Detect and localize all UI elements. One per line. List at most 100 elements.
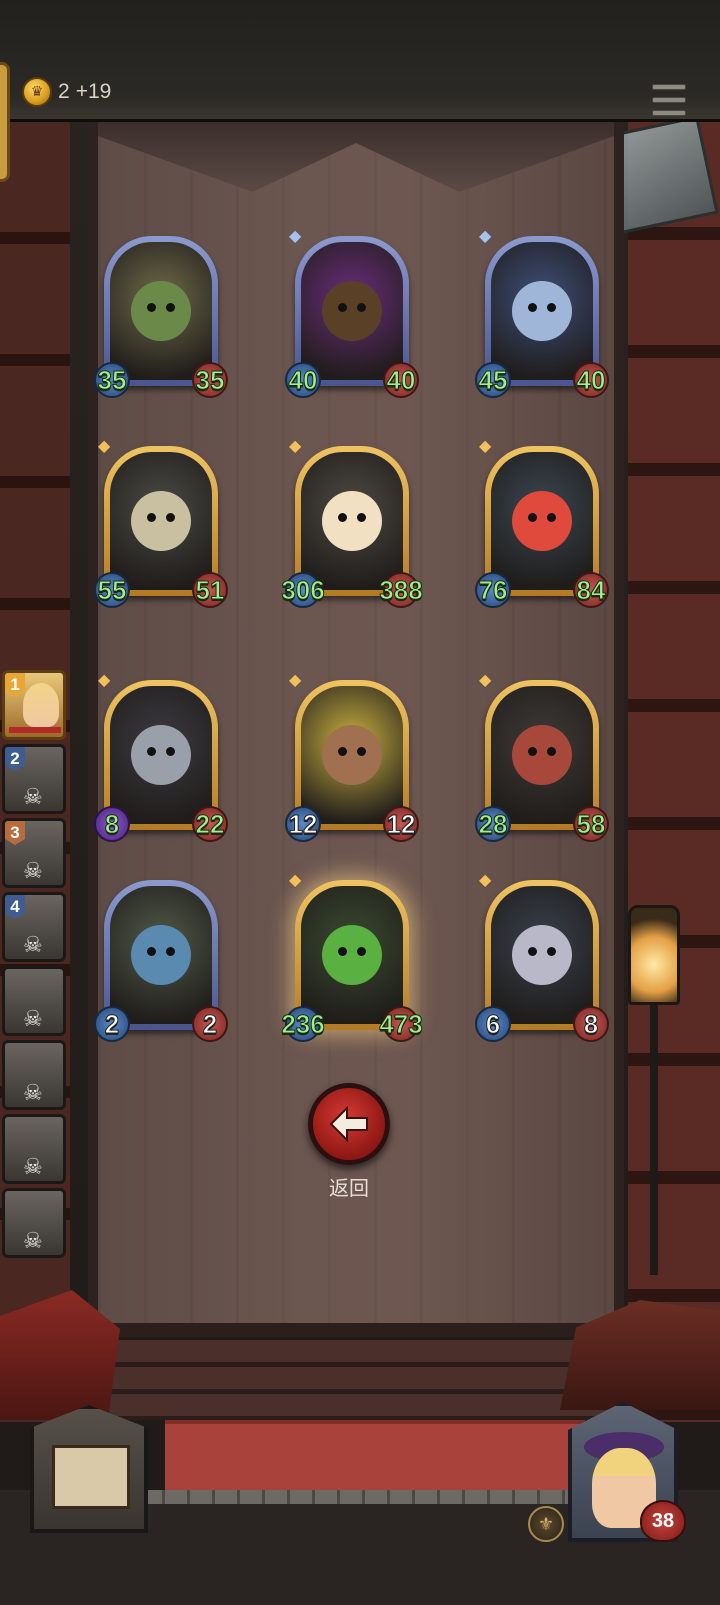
health-value: 40 (576, 364, 606, 395)
gold-amount: 2 (58, 80, 70, 103)
minion-card[interactable]: 22 (94, 880, 228, 1042)
health-stat: 40 (383, 362, 419, 398)
minion-face-icon (512, 491, 572, 551)
minion-face-icon (131, 925, 191, 985)
health-value: 58 (576, 808, 606, 839)
minion-face-icon (322, 925, 382, 985)
lantern-icon (628, 905, 680, 1005)
right-bookshelf (628, 122, 720, 1422)
skull-icon: ☠ (23, 933, 43, 958)
skull-icon: ☠ (23, 1155, 43, 1180)
minion-card[interactable]: ◆ 28 58 (475, 670, 609, 842)
board-arches (98, 122, 614, 192)
minion-portrait (301, 452, 403, 590)
hero-portrait-icon (23, 683, 59, 727)
minion-card[interactable]: ◆ 8 22 (94, 670, 228, 842)
gold-income: +19 (75, 80, 112, 103)
attack-stat: 12 (285, 806, 321, 842)
health-value: 2 (202, 1008, 218, 1039)
tier-gem-icon: ◆ (479, 670, 492, 689)
tier-gem-icon: ◆ (98, 436, 111, 455)
roster-health-bar (9, 727, 61, 733)
minion-portrait (491, 686, 593, 824)
minion-face-icon (512, 925, 572, 985)
minion-portrait (110, 242, 212, 380)
skull-icon: ☠ (23, 785, 43, 810)
tier-gem-icon: ◆ (479, 436, 492, 455)
minion-card[interactable]: ◆ 306 388 (281, 436, 423, 608)
left-panel-tab[interactable] (0, 62, 10, 182)
roster-slot[interactable]: 4 ☠ (2, 892, 66, 962)
attack-value: 12 (288, 808, 318, 839)
lantern-post (650, 1005, 658, 1275)
tier-gem-icon: ◆ (289, 226, 302, 245)
health-stat: 84 (573, 572, 609, 608)
minion-face-icon (131, 491, 191, 551)
rank-badge: 4 (5, 895, 25, 919)
red-carpet (165, 1420, 585, 1490)
attack-value: 8 (104, 808, 120, 839)
crown-coin-icon: ♛ (22, 77, 52, 107)
minion-card[interactable]: ◆ 236 473 (281, 870, 423, 1042)
attack-value: 6 (485, 1008, 501, 1039)
minion-card[interactable]: ◆ 40 40 (285, 226, 419, 398)
roster-slot[interactable]: 2 ☠ (2, 744, 66, 814)
attack-value: 76 (478, 574, 508, 605)
health-stat: 8 (573, 1006, 609, 1042)
back-button-label: 返回 (329, 1176, 369, 1200)
attack-value: 236 (281, 1008, 325, 1039)
minion-portrait (110, 686, 212, 824)
game-screen: ♛ 2 +19 35 35 ◆ 40 40 ◆ 45 40 ◆ 55 51 ◆ 306 388 ◆ 76 84 ◆… (0, 0, 720, 1605)
attack-stat: 40 (285, 362, 321, 398)
minion-card[interactable]: ◆ 6 8 (475, 870, 609, 1042)
roster-slot[interactable]: ☠ (2, 1040, 66, 1110)
roster-slot[interactable]: ☠ (2, 966, 66, 1036)
health-value: 22 (195, 808, 225, 839)
gold-counter: ♛ 2 +19 (22, 77, 111, 107)
roster-slot[interactable]: 1 (2, 670, 66, 740)
health-value: 473 (379, 1008, 423, 1039)
attack-value: 40 (288, 364, 318, 395)
minion-card[interactable]: ◆ 55 51 (94, 436, 228, 608)
tier-gem-icon: ◆ (289, 870, 302, 889)
tier-gem-icon: ◆ (479, 870, 492, 889)
attack-stat: 35 (94, 362, 130, 398)
health-stat: 22 (192, 806, 228, 842)
minion-card[interactable]: 35 35 (94, 236, 228, 398)
attack-stat: 306 (281, 572, 325, 608)
attack-stat: 8 (94, 806, 130, 842)
attack-stat: 45 (475, 362, 511, 398)
minion-portrait (110, 886, 212, 1024)
attack-stat: 76 (475, 572, 511, 608)
tier-gem-icon: ◆ (98, 670, 111, 689)
attack-value: 45 (478, 364, 508, 395)
minion-portrait (301, 886, 403, 1024)
minion-face-icon (512, 281, 572, 341)
roster-slot[interactable]: 3 ☠ (2, 818, 66, 888)
stage-steps (92, 1340, 622, 1420)
attack-stat: 236 (281, 1006, 325, 1042)
attack-value: 55 (97, 574, 127, 605)
roster-slot[interactable]: ☠ (2, 1114, 66, 1184)
attack-stat: 6 (475, 1006, 511, 1042)
back-button[interactable] (308, 1083, 390, 1165)
minion-face-icon (322, 725, 382, 785)
tier-gem-icon: ◆ (289, 436, 302, 455)
health-stat: 40 (573, 362, 609, 398)
health-value: 40 (386, 364, 416, 395)
skull-icon: ☠ (23, 859, 43, 884)
tier-gem-icon: ◆ (479, 226, 492, 245)
health-stat: 388 (379, 572, 423, 608)
minion-portrait (301, 242, 403, 380)
attack-value: 28 (478, 808, 508, 839)
minion-card[interactable]: ◆ 12 12 (285, 670, 419, 842)
minion-portrait (491, 452, 593, 590)
minion-card[interactable]: ◆ 76 84 (475, 436, 609, 608)
health-value: 12 (386, 808, 416, 839)
tavern-window (52, 1445, 130, 1509)
roster-slot[interactable]: ☠ (2, 1188, 66, 1258)
hero-ability-icon[interactable]: ⚜ (528, 1506, 564, 1542)
minion-card[interactable]: ◆ 45 40 (475, 226, 609, 398)
health-value: 8 (583, 1008, 599, 1039)
hamburger-menu-icon[interactable] (652, 84, 686, 116)
